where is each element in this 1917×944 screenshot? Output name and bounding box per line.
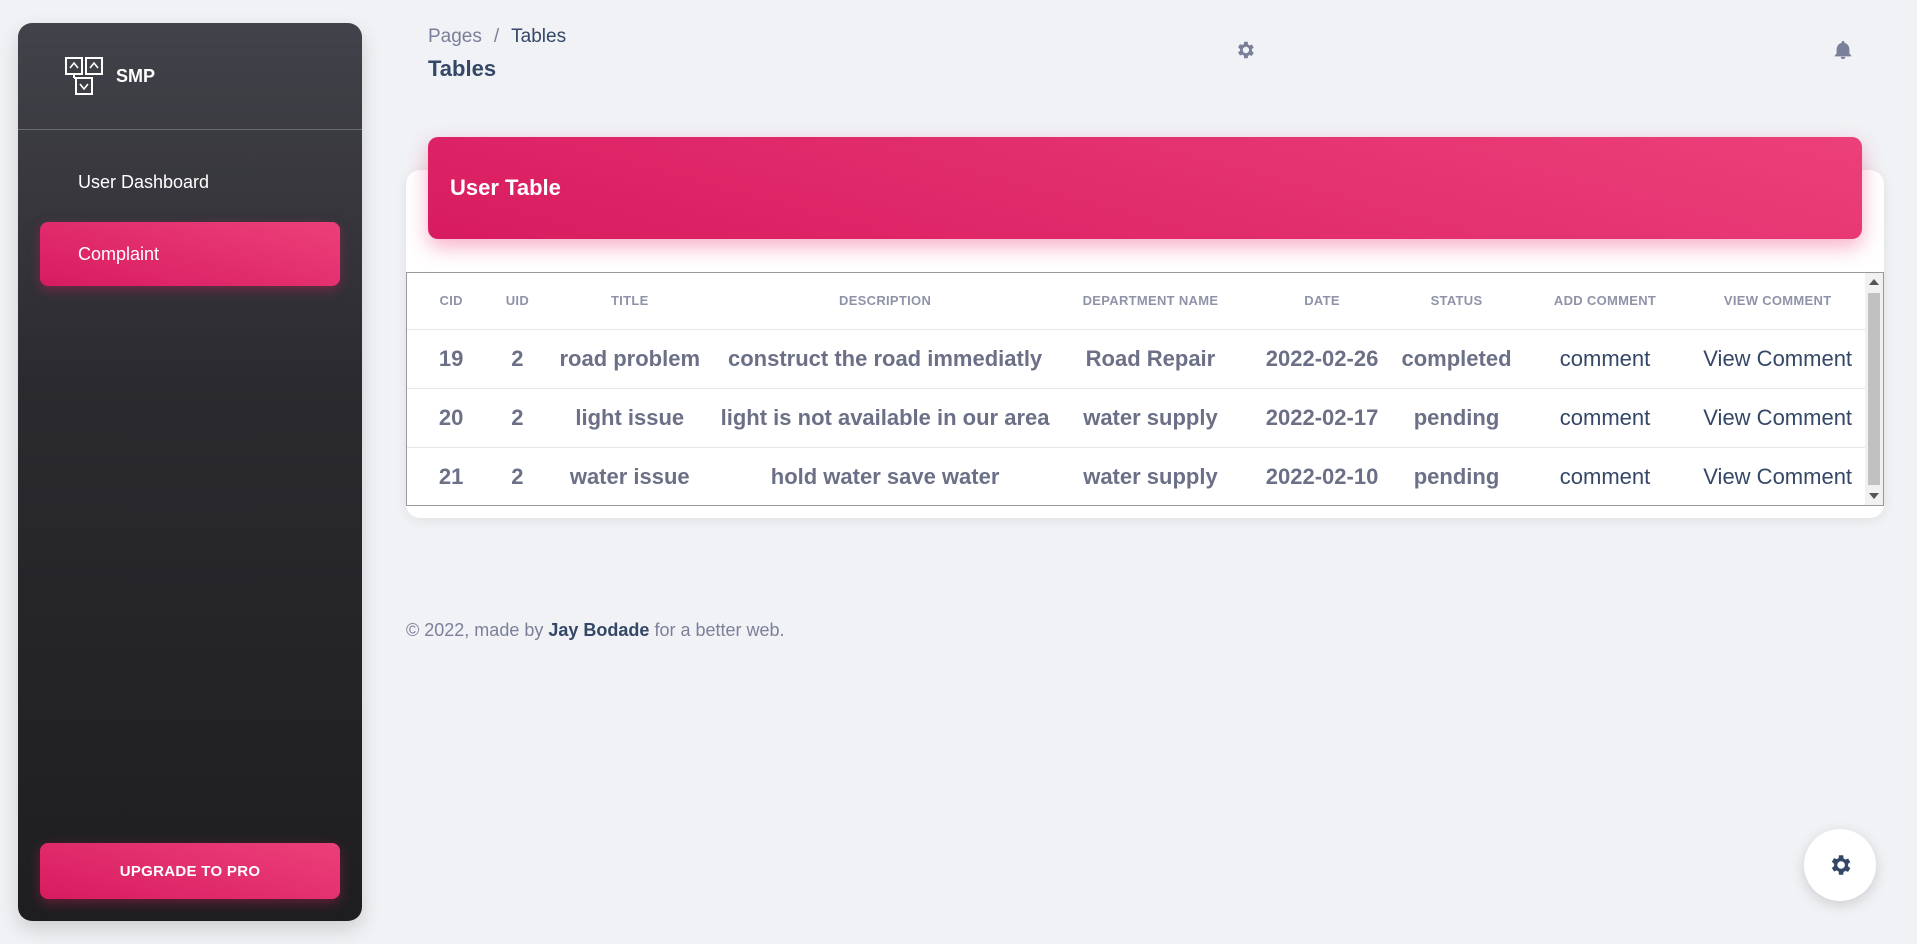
cid-cell: 21 [438, 463, 464, 489]
footer-prefix: © 2022, made by [406, 620, 544, 640]
breadcrumb-separator: / [493, 26, 500, 47]
scroll-thumb[interactable] [1868, 293, 1880, 485]
vertical-scrollbar[interactable] [1865, 273, 1883, 505]
column-header: TITLE [539, 273, 721, 330]
column-header: VIEW COMMENT [1690, 273, 1865, 330]
table-row: 21 2 water issue hold water save water w… [407, 447, 1865, 505]
user-table: CID UID TITLE DESCRIPTION DEPARTMENT NAM… [407, 273, 1865, 505]
status-cell: pending [1393, 388, 1520, 448]
view-comment-link[interactable]: View Comment [1690, 447, 1865, 505]
cid-cell: 19 [407, 329, 496, 389]
view-comment-link[interactable]: View Comment [1690, 329, 1865, 389]
status-cell: pending [1413, 463, 1500, 489]
table-row: 19 2 road problem construct the road imm… [407, 329, 1865, 389]
breadcrumb-current: Tables [511, 26, 567, 47]
bell-icon[interactable] [1832, 39, 1854, 61]
footer-author-link[interactable]: Jay Bodade [548, 620, 649, 640]
uid-cell: 2 [495, 329, 540, 389]
column-header: DESCRIPTION [720, 273, 1051, 330]
uid-cell: 2 [495, 388, 540, 448]
add-comment-link[interactable]: comment [1520, 447, 1691, 505]
department-cell: water supply [1083, 463, 1218, 489]
cid-cell: 20 [407, 388, 496, 448]
add-comment-link[interactable]: comment [1519, 329, 1691, 389]
view-comment-link[interactable]: View Comment [1690, 388, 1865, 448]
title-cell: light issue [539, 388, 721, 448]
gear-icon [1831, 855, 1851, 875]
description-cell: construct the road immediatly [720, 329, 1051, 389]
scroll-up-icon[interactable] [1869, 279, 1879, 285]
scroll-down-icon[interactable] [1869, 493, 1879, 499]
column-header: CID [407, 273, 496, 330]
status-cell: completed [1393, 329, 1520, 389]
column-header: DATE [1250, 273, 1394, 330]
sidebar-item-label: User Dashboard [78, 171, 210, 192]
breadcrumb-root[interactable]: Pages [428, 26, 482, 48]
title-cell: water issue [569, 463, 690, 489]
description-cell: light is not available in our area [720, 388, 1051, 448]
uid-cell: 2 [511, 463, 524, 489]
brand-name: SMP [116, 65, 156, 86]
table-header-row: CID UID TITLE DESCRIPTION DEPARTMENT NAM… [407, 273, 1865, 330]
footer-suffix: for a better web. [654, 620, 785, 640]
description-cell: hold water save water [770, 463, 1000, 489]
user-table-container: CID UID TITLE DESCRIPTION DEPARTMENT NAM… [406, 272, 1884, 506]
gear-icon[interactable] [1234, 39, 1256, 61]
column-header: DEPARTMENT NAME [1050, 273, 1251, 330]
column-header: ADD COMMENT [1519, 273, 1691, 330]
column-header: STATUS [1393, 273, 1520, 330]
department-cell: Road Repair [1050, 329, 1251, 389]
department-cell: water supply [1050, 388, 1251, 448]
sidebar-item-complaint[interactable]: Complaint [40, 222, 340, 286]
table-row: 20 2 light issue light is not available … [407, 388, 1865, 448]
footer: © 2022, made by Jay Bodade for a better … [406, 620, 785, 641]
logo-icon [65, 57, 103, 95]
brand[interactable]: SMP [18, 23, 362, 130]
sidebar-item-user-dashboard[interactable]: User Dashboard [40, 150, 340, 214]
page-title: Tables [428, 56, 497, 81]
card-title: User Table [450, 175, 561, 200]
breadcrumb: Pages / Tables [428, 26, 566, 48]
card-header: User Table [428, 137, 1862, 239]
sidebar-item-label: Complaint [78, 243, 160, 264]
sidebar-nav: User Dashboard Complaint [18, 130, 362, 286]
configurator-button[interactable] [1804, 829, 1876, 901]
title-cell: road problem [539, 329, 721, 389]
date-cell: 2022-02-10 [1265, 463, 1379, 489]
sidebar: SMP User Dashboard Complaint UPGRADE TO … [18, 23, 362, 921]
date-cell: 2022-02-26 [1250, 329, 1394, 389]
upgrade-button[interactable]: UPGRADE TO PRO [40, 843, 340, 899]
add-comment-link[interactable]: comment [1519, 388, 1691, 448]
column-header: UID [495, 273, 540, 330]
date-cell: 2022-02-17 [1250, 388, 1394, 448]
